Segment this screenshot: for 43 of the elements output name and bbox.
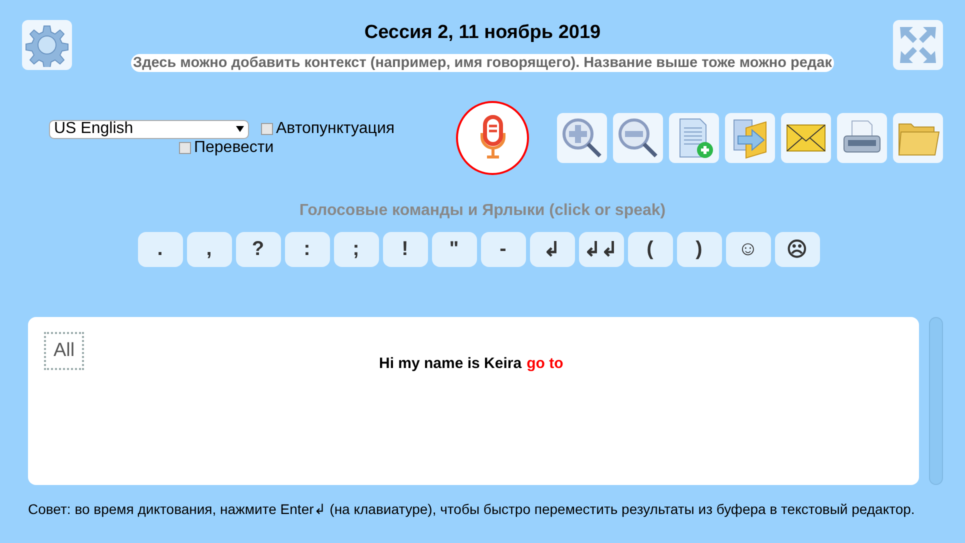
- tip-text: Совет: во время диктования, нажмите Enter↲ (на клавиатуре), чтобы быстро переместить результаты из буфера в текстовый редактор.: [28, 501, 916, 517]
- zoom-in-button[interactable]: [557, 113, 607, 163]
- select-all-button[interactable]: All: [44, 332, 84, 370]
- shortcut-key[interactable]: -: [480, 232, 526, 267]
- open-button[interactable]: [893, 113, 943, 163]
- microphone-icon: [478, 115, 508, 161]
- checkbox[interactable]: [261, 123, 273, 135]
- shortcut-key[interactable]: ↲: [530, 232, 574, 267]
- interim-transcript: go to: [526, 355, 564, 372]
- mail-button[interactable]: [781, 113, 831, 163]
- shortcut-key[interactable]: ": [432, 232, 476, 267]
- expand-icon: [898, 25, 938, 65]
- zoom-out-button[interactable]: [613, 113, 663, 163]
- print-button[interactable]: [837, 113, 887, 163]
- shortcut-key[interactable]: ↲↲: [578, 232, 624, 267]
- shortcut-key[interactable]: !: [382, 232, 428, 267]
- language-select[interactable]: US English: [49, 120, 249, 138]
- checkbox[interactable]: [179, 142, 191, 154]
- zoom-in-icon: [560, 116, 604, 160]
- commands-heading: Голосовые команды и Ярлыки (click or speak): [299, 202, 666, 220]
- gear-icon: [25, 23, 69, 67]
- checkbox-label: Автопунктуация: [276, 120, 395, 138]
- shortcut-key[interactable]: (: [628, 232, 672, 267]
- shortcut-key[interactable]: ;: [334, 232, 378, 267]
- fullscreen-button[interactable]: [893, 20, 943, 70]
- scrollbar[interactable]: [929, 317, 943, 485]
- text-editor[interactable]: All Hi my name is Keira go to: [28, 317, 920, 485]
- context-field[interactable]: Здесь можно добавить контекст (например, имя говорящего). Название выше тоже можно редак: [131, 54, 834, 72]
- export-button[interactable]: [725, 113, 775, 163]
- shortcut-key[interactable]: ☺: [726, 232, 770, 267]
- shortcut-key[interactable]: .: [138, 232, 182, 267]
- shortcut-key[interactable]: ): [676, 232, 722, 267]
- transcript-text: Hi my name is Keira: [379, 355, 522, 372]
- checkbox-label: Перевести: [194, 138, 274, 156]
- dropdown-caret-icon: [236, 126, 244, 132]
- shortcut-key[interactable]: ,: [186, 232, 232, 267]
- shortcut-key[interactable]: ☹: [774, 232, 820, 267]
- shortcut-key[interactable]: :: [284, 232, 330, 267]
- session-title[interactable]: Сессия 2, 11 ноябрь 2019: [364, 22, 601, 44]
- zoom-out-icon: [616, 116, 660, 160]
- new-document-button[interactable]: [669, 113, 719, 163]
- shortcut-key[interactable]: ?: [236, 232, 280, 267]
- settings-button[interactable]: [22, 20, 72, 70]
